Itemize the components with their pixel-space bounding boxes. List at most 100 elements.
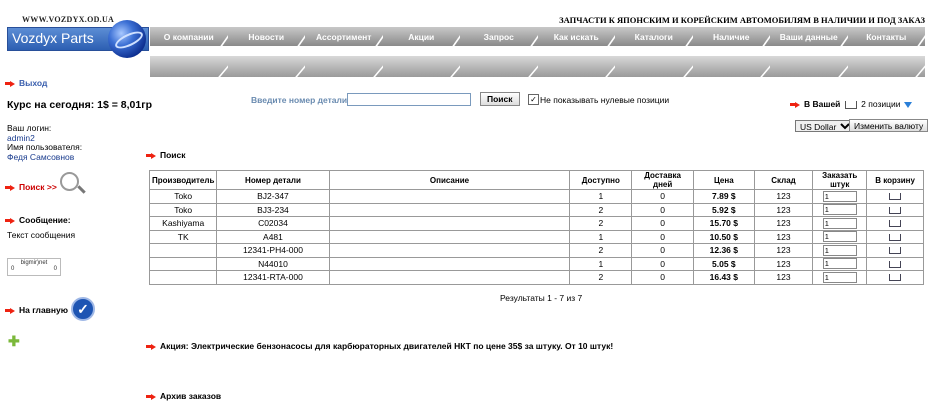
nav-item-assortment[interactable]: Ассортимент <box>305 27 383 46</box>
search-button[interactable]: Поиск <box>480 92 520 106</box>
cell-to-cart <box>866 229 924 244</box>
currency-select[interactable]: US Dollar <box>795 120 854 132</box>
table-row: 12341-RTA-000 2 0 16.43 $123 <box>148 270 924 285</box>
cell-description <box>328 189 571 204</box>
add-to-cart-icon[interactable] <box>889 233 902 241</box>
add-to-cart-icon[interactable] <box>889 260 902 268</box>
part-number-input[interactable] <box>347 93 471 106</box>
nav-item-how-to-search[interactable]: Как искать <box>537 27 615 46</box>
search-link[interactable]: Поиск >> <box>5 182 57 192</box>
nav-item-catalogs[interactable]: Каталоги <box>615 27 693 46</box>
red-arrow-icon <box>146 393 156 400</box>
plus-icon[interactable]: ✚ <box>8 333 20 350</box>
cell-stock: 123 <box>753 243 814 258</box>
hide-zero-checkbox[interactable]: ✓ <box>528 94 539 105</box>
change-currency-button[interactable]: Изменить валюту <box>849 119 929 132</box>
nav-item-news[interactable]: Новости <box>227 27 305 46</box>
message-text: Текст сообщения <box>7 230 76 240</box>
quantity-input[interactable] <box>822 244 857 256</box>
home-link[interactable]: На главную <box>5 305 68 315</box>
col-available: Доступно <box>569 170 633 190</box>
secondary-nav-tab <box>770 56 848 77</box>
quantity-input[interactable] <box>822 258 857 270</box>
add-to-cart-icon[interactable] <box>889 220 902 228</box>
secondary-nav-tab <box>150 56 228 77</box>
red-arrow-icon <box>146 152 156 159</box>
add-to-cart-icon[interactable] <box>889 206 902 214</box>
col-part-number: Номер детали <box>216 170 330 190</box>
col-stock: Склад <box>753 170 814 190</box>
cell-part-number: A481 <box>216 229 330 244</box>
cell-part-number: 12341-PH4-000 <box>216 243 330 258</box>
cell-delivery-days: 0 <box>631 243 695 258</box>
cell-price: 5.05 $ <box>693 256 755 271</box>
cell-part-number: N44010 <box>216 256 330 271</box>
cell-order-qty <box>812 189 868 204</box>
col-price: Цена <box>693 170 755 190</box>
order-archive-label: Архив заказов <box>160 391 222 401</box>
cell-stock: 123 <box>753 229 814 244</box>
exit-label: Выход <box>19 78 48 88</box>
quantity-input[interactable] <box>822 190 857 202</box>
cell-part-number: BJ3-234 <box>216 202 330 217</box>
col-order-qty: Заказать штук <box>812 170 868 190</box>
cell-to-cart <box>866 189 924 204</box>
checkmark-icon[interactable]: ✓ <box>71 297 95 321</box>
col-maker: Производитель <box>148 170 218 190</box>
cell-price: 12.36 $ <box>693 243 755 258</box>
col-description: Описание <box>328 170 571 190</box>
nav-item-about[interactable]: О компании <box>150 27 228 46</box>
quantity-input[interactable] <box>822 204 857 216</box>
exit-link[interactable]: Выход <box>5 78 48 88</box>
login-info: Ваш логин: admin2 Имя пользователя: Федя… <box>7 123 82 162</box>
nav-item-your-data[interactable]: Ваши данные <box>770 27 848 46</box>
cell-stock: 123 <box>753 189 814 204</box>
order-archive-link[interactable]: Архив заказов <box>146 391 222 401</box>
table-header-row: Производитель Номер детали Описание Дост… <box>148 170 924 190</box>
cell-delivery-days: 0 <box>631 202 695 217</box>
cell-to-cart <box>866 202 924 217</box>
col-to-cart: В корзину <box>866 170 924 190</box>
red-arrow-icon <box>5 307 15 314</box>
nav-item-request[interactable]: Запрос <box>460 27 538 46</box>
secondary-nav-tab <box>537 56 615 77</box>
nav-item-contacts[interactable]: Контакты <box>847 27 925 46</box>
user-name-value: Федя Самсовнов <box>7 151 75 162</box>
cell-to-cart <box>866 216 924 231</box>
cell-part-number: C02034 <box>216 216 330 231</box>
cell-stock: 123 <box>753 270 814 285</box>
cell-available: 1 <box>569 189 633 204</box>
quantity-input[interactable] <box>822 231 857 243</box>
nav-item-availability[interactable]: Наличие <box>692 27 770 46</box>
logo-globe-icon <box>108 20 146 58</box>
red-arrow-icon <box>790 101 800 108</box>
message-title: Сообщение: <box>5 215 71 225</box>
cell-price: 15.70 $ <box>693 216 755 231</box>
cell-stock: 123 <box>753 202 814 217</box>
quantity-input[interactable] <box>822 271 857 283</box>
cell-order-qty <box>812 202 868 217</box>
secondary-nav-bar <box>150 56 925 77</box>
secondary-nav-tab <box>692 56 770 77</box>
quantity-input[interactable] <box>822 217 857 229</box>
down-arrow-icon <box>903 101 912 108</box>
cell-description <box>328 229 571 244</box>
add-to-cart-icon[interactable] <box>889 274 902 282</box>
table-row: 12341-PH4-000 2 0 12.36 $123 <box>148 243 924 258</box>
nav-item-promotions[interactable]: Акции <box>382 27 460 46</box>
cell-part-number: BJ2-347 <box>216 189 330 204</box>
cell-maker <box>148 256 218 271</box>
cart-summary[interactable]: В Вашей 2 позиции <box>790 99 912 109</box>
add-to-cart-icon[interactable] <box>889 247 902 255</box>
cell-order-qty <box>812 256 868 271</box>
cell-available: 1 <box>569 229 633 244</box>
counter-badge[interactable]: bigmir)net 00 <box>7 258 61 276</box>
add-to-cart-icon[interactable] <box>889 193 902 201</box>
hide-zero-label: Не показывать нулевые позиции <box>540 95 670 105</box>
table-row: Kashiyama C02034 2 0 15.70 $123 <box>148 216 924 231</box>
promo-banner[interactable]: Акция: Электрические бензонасосы для кар… <box>146 341 613 351</box>
red-arrow-icon <box>5 184 15 191</box>
magnifier-icon[interactable] <box>60 172 79 191</box>
cell-available: 2 <box>569 202 633 217</box>
cell-delivery-days: 0 <box>631 229 695 244</box>
